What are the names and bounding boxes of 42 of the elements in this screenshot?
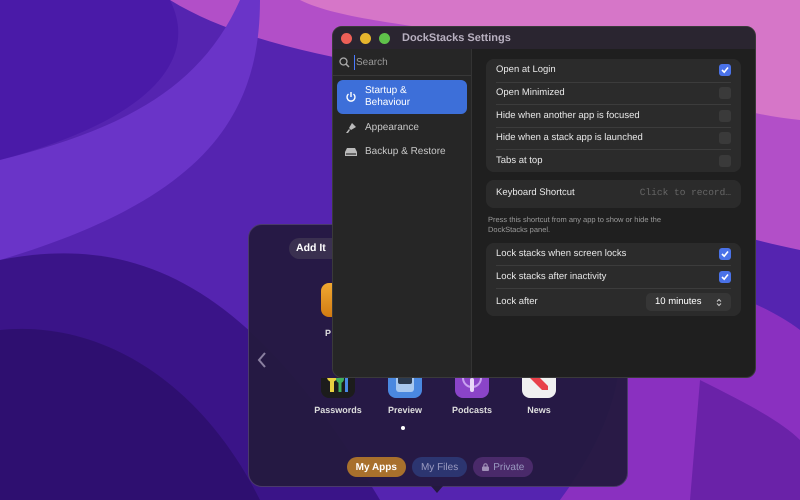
stack-tab[interactable]: My Apps: [346, 457, 406, 477]
drive-icon: [345, 147, 357, 157]
minimize-button[interactable]: [360, 32, 371, 44]
brush-icon: [345, 122, 357, 134]
lock-after-select[interactable]: 10 minutes: [646, 293, 731, 311]
shortcut-recorder-field[interactable]: Click to record…: [631, 186, 731, 201]
power-icon: [345, 91, 357, 103]
setting-label: Open at Login: [496, 63, 556, 78]
keys-app-icon[interactable]: [321, 378, 355, 398]
add-item-button[interactable]: Add It: [289, 238, 332, 259]
sidebar-item[interactable]: Startup & Behaviour: [337, 80, 467, 114]
app-label: Preview: [388, 404, 422, 417]
shortcut-label: Keyboard Shortcut: [496, 186, 575, 200]
stack-tab[interactable]: Private: [473, 457, 534, 477]
close-button[interactable]: [341, 32, 352, 44]
checkbox[interactable]: [719, 270, 731, 283]
setting-label: Lock after: [496, 294, 538, 309]
window-title: DockStacks Settings: [402, 30, 511, 46]
stack-tab[interactable]: My Files: [412, 457, 468, 477]
setting-label: Hide when another app is focused: [496, 108, 640, 123]
sidebar-item[interactable]: Appearance: [337, 118, 467, 138]
search-field[interactable]: Search: [354, 55, 454, 70]
updown-icon: [716, 298, 722, 306]
podcast-app-icon[interactable]: [455, 378, 489, 398]
app-label: Podcasts: [452, 404, 492, 417]
checkbox[interactable]: [719, 248, 731, 260]
sidebar-item[interactable]: Backup & Restore: [337, 142, 467, 162]
setting-label: Lock stacks when screen locks: [496, 246, 626, 261]
search-icon: [339, 57, 350, 68]
back-chevron-icon[interactable]: [257, 352, 267, 368]
setting-label: Open Minimized: [496, 86, 565, 100]
setting-label: Tabs at top: [496, 154, 542, 168]
news-app-icon[interactable]: [522, 378, 556, 398]
app-icon[interactable]: [321, 283, 333, 317]
setting-label: Lock stacks after inactivity: [496, 270, 606, 284]
setting-label: Hide when a stack app is launched: [496, 131, 643, 146]
zoom-button[interactable]: [379, 32, 390, 44]
app-label: News: [527, 404, 551, 417]
app-label: P: [325, 327, 332, 340]
checkbox[interactable]: [719, 64, 731, 76]
preview-app-icon[interactable]: [388, 378, 422, 398]
app-label: Passwords: [314, 404, 362, 417]
